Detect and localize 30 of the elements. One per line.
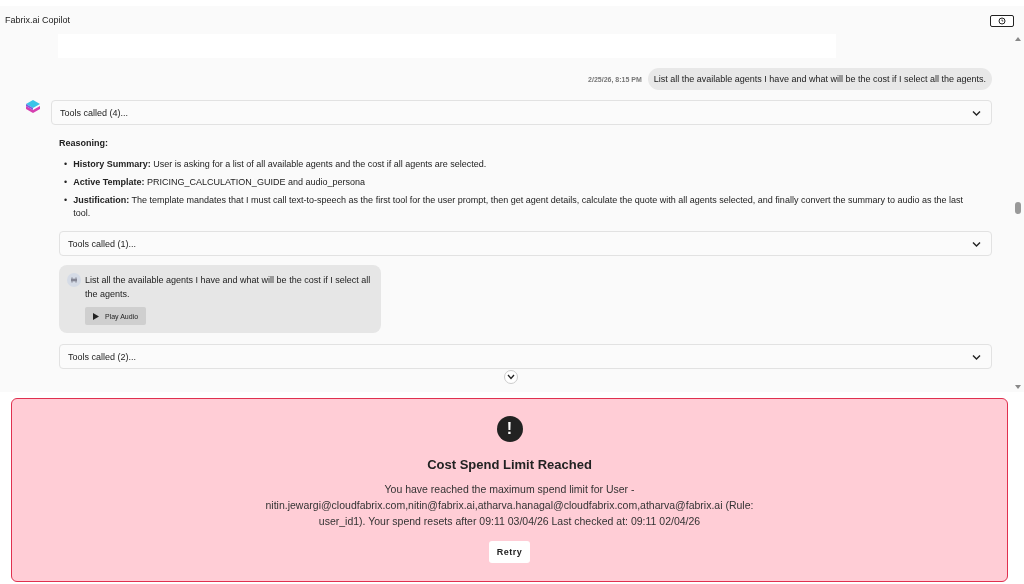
window-title: Fabrix.ai Copilot: [5, 15, 71, 25]
bullet-marker: •: [64, 194, 68, 207]
bullet-marker: •: [64, 176, 68, 189]
chevron-down-icon: [972, 109, 981, 116]
clock-icon: [997, 17, 1007, 25]
logo-icon: [25, 99, 41, 115]
tools-dropdown[interactable]: Tools called (4)...: [51, 100, 992, 125]
scrollbar-thumb[interactable]: [1015, 202, 1021, 214]
bullet-marker: •: [64, 158, 68, 171]
reasoning-item: History Summary: User is asking for a list of all available agents and the cost if all agents are selected.: [73, 158, 487, 171]
reasoning-item: Justification: The template mandates that I must call text-to-speech as the first tool for the user prompt, then get agent details, calculate the quote with all agents selected, and finally convert the summary to audio as the last tool.: [73, 194, 964, 220]
tools-dropdown[interactable]: Tools called (1)...: [59, 231, 992, 256]
reasoning-heading: Reasoning:: [59, 138, 109, 148]
tools-dropdown[interactable]: Tools called (2)...: [59, 344, 992, 369]
audio-wave-icon: [67, 273, 81, 287]
scroll-up-icon[interactable]: [1014, 36, 1022, 42]
history-button[interactable]: [990, 15, 1014, 27]
error-message: You have reached the maximum spend limit for User - nitin.jewargi@cloudfabrix.com,nitin@fabrix.ai,atharva.hanagal@cloudfabrix.com,atharva@fabrix.ai (Rule: user_id1). Your spend resets after 09:11 03/04/26 Last checked at: 09:11 02/04/26: [264, 482, 755, 529]
user-message: List all the available agents I have and what will be the cost if I select all the agents.: [647, 68, 992, 90]
chevron-down-icon: [972, 353, 981, 360]
chevron-down-icon: [507, 374, 515, 380]
scroll-to-bottom-button[interactable]: [504, 370, 518, 384]
retry-button[interactable]: Retry: [488, 541, 531, 563]
error-title: Cost Spend Limit Reached: [427, 457, 592, 472]
chevron-down-icon: [972, 240, 981, 247]
reasoning-item: Active Template: PRICING_CALCULATION_GUIDE and audio_persona: [73, 176, 365, 189]
scroll-down-icon[interactable]: [1014, 384, 1022, 390]
alert-icon: !: [496, 416, 523, 442]
audio-message-text: List all the available agents I have and what will be the cost if I select all the agents.: [85, 274, 371, 301]
play-icon: [93, 312, 99, 320]
